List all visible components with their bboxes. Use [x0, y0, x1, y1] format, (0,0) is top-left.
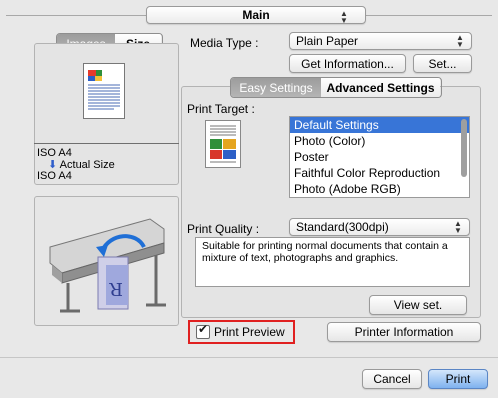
print-target-item[interactable]: Photo (Adobe RGB)	[290, 181, 469, 197]
cancel-button[interactable]: Cancel	[362, 369, 422, 389]
printer-icon: R	[49, 218, 166, 313]
footer-divider	[0, 357, 498, 358]
panel-popup[interactable]: Main ▲ ▼	[146, 6, 366, 25]
media-type-label: Media Type :	[190, 36, 259, 50]
output-size-label: ISO A4	[37, 170, 72, 182]
size-separator-line	[34, 143, 179, 144]
settings-tabs[interactable]: Easy Settings Advanced Settings	[230, 77, 442, 98]
set-button[interactable]: Set...	[413, 54, 472, 73]
media-type-popup[interactable]: Plain Paper ▲ ▼	[289, 32, 472, 50]
print-preview-label: Print Preview	[214, 325, 285, 339]
print-target-item[interactable]: Poster	[290, 149, 469, 165]
print-button[interactable]: Print	[428, 369, 488, 389]
svg-text:R: R	[109, 278, 123, 299]
print-target-label: Print Target :	[187, 102, 255, 116]
popup-arrows-icon: ▲ ▼	[340, 9, 348, 25]
print-target-list[interactable]: Default Settings Photo (Color) Poster Fa…	[289, 116, 470, 198]
document-photo-icon	[210, 125, 236, 163]
tab-easy-settings[interactable]: Easy Settings	[231, 78, 321, 97]
printer-information-button[interactable]: Printer Information	[327, 322, 481, 342]
print-target-item[interactable]: Default Settings	[290, 117, 469, 133]
print-quality-popup[interactable]: Standard(300dpi) ▲ ▼	[289, 218, 470, 236]
media-type-value: Plain Paper	[296, 34, 359, 48]
page-content-icon	[88, 70, 120, 110]
tab-advanced-settings[interactable]: Advanced Settings	[321, 78, 440, 97]
print-preview-checkbox[interactable]: ✔ Print Preview	[196, 322, 285, 339]
description-text: Suitable for printing normal documents t…	[202, 240, 448, 264]
print-quality-value: Standard(300dpi)	[296, 220, 389, 234]
view-set-button[interactable]: View set.	[369, 295, 467, 315]
get-information-button[interactable]: Get Information...	[289, 54, 406, 73]
top-separator-right	[366, 15, 492, 16]
print-quality-label: Print Quality :	[187, 222, 260, 236]
print-target-thumbnail	[205, 120, 241, 168]
top-separator-left	[6, 15, 148, 16]
panel-popup-value: Main	[242, 8, 270, 22]
print-quality-description: Suitable for printing normal documents t…	[195, 237, 470, 287]
checkbox-checked-icon[interactable]: ✔	[196, 322, 210, 339]
popup-arrows-icon: ▲ ▼	[456, 33, 464, 49]
print-target-item[interactable]: Photo (Color)	[290, 133, 469, 149]
popup-arrows-icon: ▲ ▼	[454, 219, 462, 235]
print-target-item[interactable]: Faithful Color Reproduction	[290, 165, 469, 181]
page-thumbnail	[83, 63, 125, 119]
list-scrollbar[interactable]	[461, 119, 467, 177]
